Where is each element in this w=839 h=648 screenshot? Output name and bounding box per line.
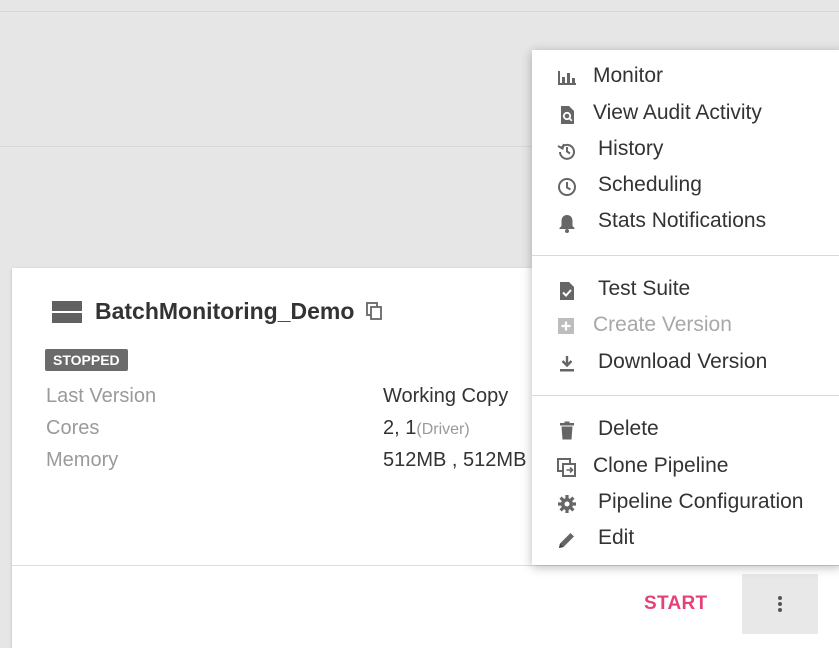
menu-item-pipeline-configuration[interactable]: Pipeline Configuration <box>532 486 839 520</box>
menu-item-scheduling[interactable]: Scheduling <box>532 169 839 203</box>
add-box-icon <box>556 316 578 338</box>
menu-item-label: Monitor <box>593 64 664 87</box>
history-icon <box>556 140 578 162</box>
menu-item-label: Create Version <box>593 313 732 336</box>
menu-item-label: View Audit Activity <box>593 101 762 124</box>
detail-label: Cores <box>46 417 100 439</box>
menu-item-view-audit-activity[interactable]: View Audit Activity <box>532 97 839 131</box>
status-badge: STOPPED <box>45 349 128 371</box>
menu-item-label: Edit <box>598 526 635 549</box>
detail-row-cores: Cores 2, 1(Driver) <box>46 417 566 445</box>
menu-item-label: Pipeline Configuration <box>598 490 804 513</box>
detail-label: Memory <box>46 449 119 471</box>
menu-item-label: Stats Notifications <box>598 209 767 232</box>
menu-item-create-version[interactable]: Create Version <box>532 309 839 343</box>
download-icon <box>556 353 578 375</box>
trash-icon <box>556 420 578 442</box>
menu-item-monitor[interactable]: Monitor <box>532 60 839 94</box>
top-divider-line <box>0 11 839 12</box>
file-check-icon <box>556 280 578 302</box>
menu-item-label: Delete <box>598 417 659 440</box>
gear-icon <box>556 493 578 515</box>
more-vertical-icon <box>778 596 782 612</box>
detail-label: Last Version <box>46 385 157 407</box>
menu-item-stats-notifications[interactable]: Stats Notifications <box>532 205 839 239</box>
detail-row-last-version: Last Version Working Copy <box>46 385 566 413</box>
bell-icon <box>556 212 578 234</box>
more-options-button[interactable] <box>742 574 818 634</box>
pipeline-title: BatchMonitoring_Demo <box>95 298 355 324</box>
menu-item-clone-pipeline[interactable]: Clone Pipeline <box>532 450 839 484</box>
menu-item-label: Test Suite <box>598 277 691 300</box>
menu-item-label: Clone Pipeline <box>593 454 729 477</box>
menu-item-history[interactable]: History <box>532 133 839 167</box>
clone-icon <box>556 457 578 479</box>
menu-item-edit[interactable]: Edit <box>532 522 839 556</box>
start-button[interactable]: START <box>644 593 707 615</box>
pencil-icon <box>556 529 578 551</box>
bar-chart-icon <box>556 67 578 89</box>
detail-value: 512MB , 512MB <box>383 449 527 471</box>
detail-value: 2, 1(Driver) <box>383 417 470 439</box>
pipeline-icon <box>52 300 82 323</box>
document-search-icon <box>556 104 578 126</box>
actions-menu: Monitor View Audit Activity History Sche… <box>532 50 839 565</box>
menu-item-download-version[interactable]: Download Version <box>532 346 839 380</box>
menu-item-label: Scheduling <box>598 173 702 196</box>
copy-icon[interactable] <box>366 302 383 321</box>
detail-value: Working Copy <box>383 385 509 407</box>
menu-item-test-suite[interactable]: Test Suite <box>532 273 839 307</box>
menu-separator <box>532 255 839 256</box>
pipeline-header: BatchMonitoring_Demo <box>52 298 383 325</box>
card-footer-divider <box>12 565 839 566</box>
menu-item-label: History <box>598 137 664 160</box>
detail-row-memory: Memory 512MB , 512MB <box>46 449 566 477</box>
clock-icon <box>556 176 578 198</box>
menu-separator <box>532 395 839 396</box>
menu-item-label: Download Version <box>598 350 768 373</box>
menu-item-delete[interactable]: Delete <box>532 413 839 447</box>
